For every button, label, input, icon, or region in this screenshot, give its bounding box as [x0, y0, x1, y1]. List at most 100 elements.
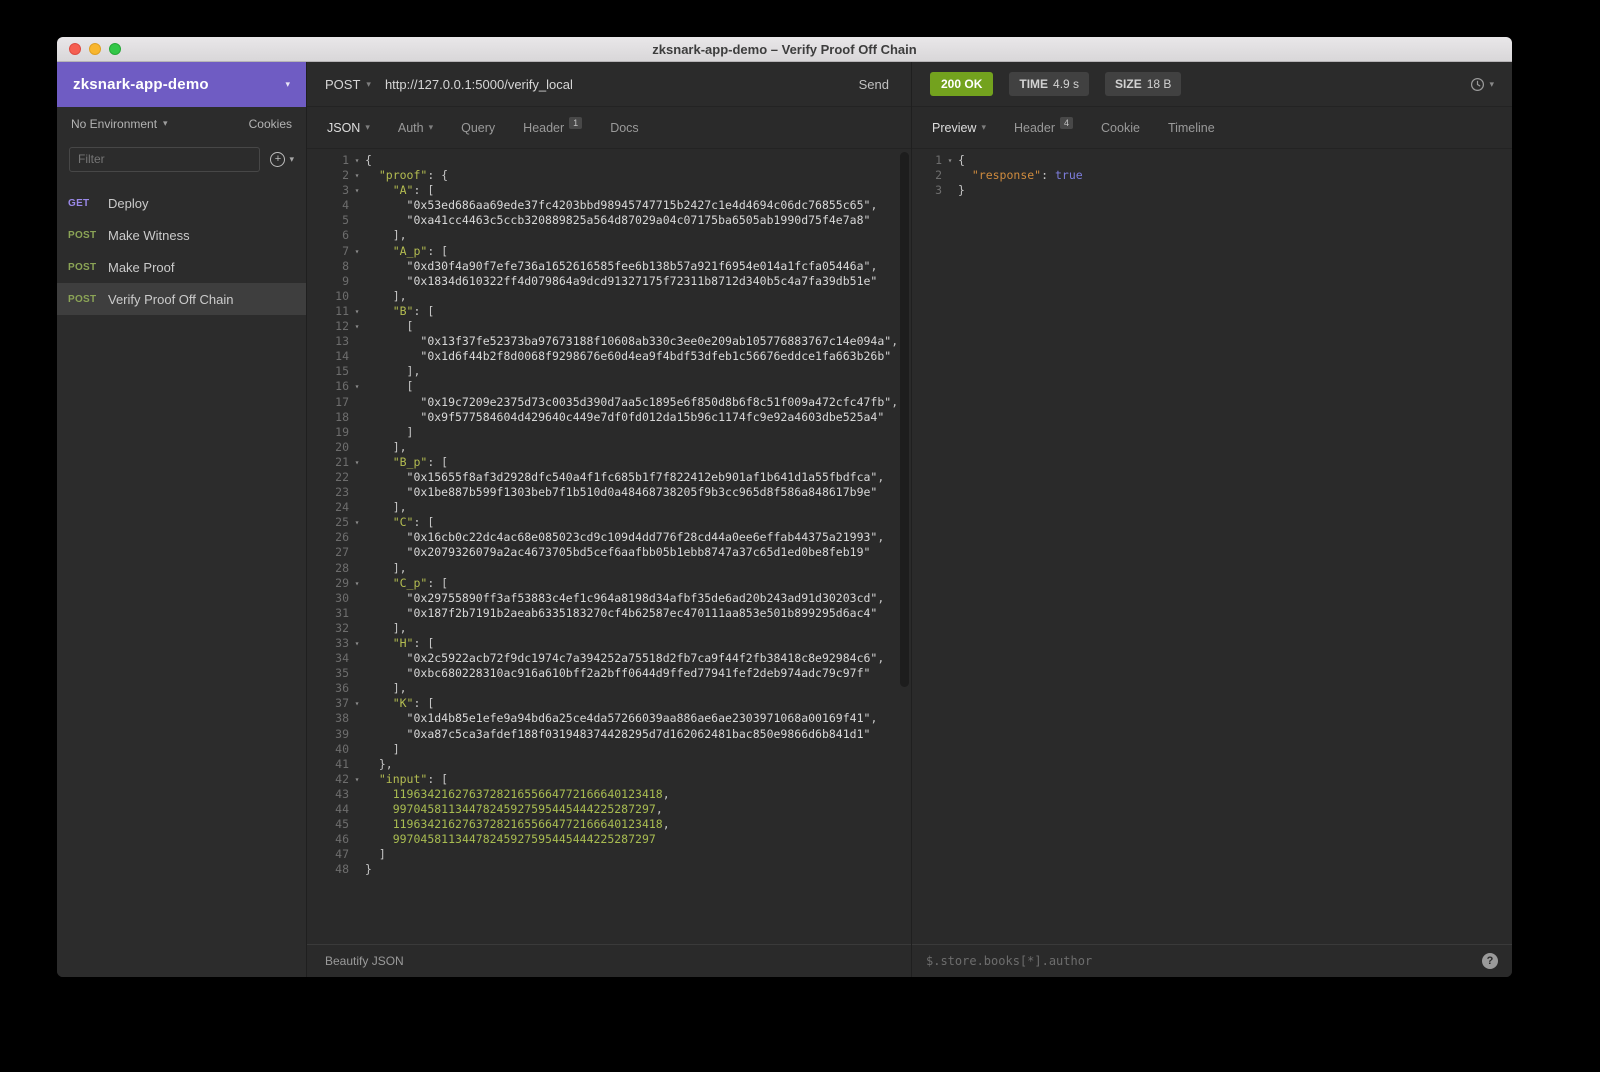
tab-header[interactable]: Header 1: [509, 107, 596, 148]
help-icon[interactable]: ?: [1482, 953, 1498, 969]
token-ws: [365, 485, 407, 499]
fold-arrow-icon[interactable]: ▾: [349, 319, 365, 334]
code-text: },: [365, 757, 393, 772]
token-ws: [365, 832, 393, 846]
fold-arrow-icon[interactable]: ▾: [349, 244, 365, 259]
environment-selector[interactable]: No Environment ▾: [71, 117, 249, 131]
token-p: {: [958, 153, 965, 167]
request-item-make-proof[interactable]: POST Make Proof: [57, 251, 306, 283]
scrollbar-thumb[interactable]: [900, 152, 909, 687]
method-badge: GET: [68, 197, 90, 209]
tab-timeline[interactable]: Timeline: [1154, 107, 1229, 148]
token-k: "K": [392, 696, 414, 711]
code-text: "0x2c5922acb72f9dc1974c7a394252a75518d2f…: [365, 651, 885, 666]
line-number: 16: [335, 379, 349, 394]
titlebar: zksnark-app-demo – Verify Proof Off Chai…: [57, 37, 1512, 62]
code-text: [: [365, 379, 414, 394]
code-text: "0x9f577584604d429640c449e7df0fd012da15b…: [365, 410, 884, 425]
fold-arrow-icon[interactable]: ▾: [349, 772, 365, 787]
line-number: 1: [342, 153, 349, 167]
fold-arrow-icon[interactable]: ▾: [349, 153, 365, 168]
line-number: 47: [335, 847, 349, 862]
fold-arrow-icon[interactable]: ▾: [349, 576, 365, 591]
fold-gutter: [349, 259, 365, 274]
code-text: "0x19c7209e2375d73c0035d390d7aa5c1895e6f…: [365, 395, 898, 410]
cookies-button[interactable]: Cookies: [249, 117, 292, 131]
plus-icon: +: [270, 151, 286, 167]
fold-arrow-icon[interactable]: ▾: [349, 515, 365, 530]
close-window-button[interactable]: [69, 43, 81, 55]
fold-gutter: [349, 561, 365, 576]
beautify-json-button[interactable]: Beautify JSON: [325, 954, 404, 968]
tab-query[interactable]: Query: [447, 107, 509, 148]
token-s: "0x187f2b7191b2aeab6335183270cf4b62587ec…: [406, 605, 878, 620]
fold-arrow-icon[interactable]: ▾: [349, 636, 365, 651]
code-line: 28 ],: [307, 561, 911, 576]
fold-arrow-icon[interactable]: ▾: [942, 153, 958, 168]
token-n: 99704581134478245927595445444225287297: [392, 802, 656, 817]
code-line: 17 "0x19c7209e2375d73c0035d390d7aa5c1895…: [307, 395, 911, 410]
token-ws: [365, 349, 420, 363]
request-item-deploy[interactable]: GET Deploy: [57, 187, 306, 219]
method-dropdown[interactable]: POST ▾: [325, 77, 371, 92]
line-number: 46: [335, 832, 349, 847]
token-s: "0x29755890ff3af53883c4ef1c964a8198d34af…: [406, 590, 878, 605]
token-p: ],: [392, 439, 407, 454]
code-line: 40 ]: [307, 742, 911, 757]
fold-gutter: [349, 364, 365, 379]
response-filter-input[interactable]: [926, 954, 1472, 968]
fold-arrow-icon[interactable]: ▾: [349, 696, 365, 711]
token-n: 119634216276372821655664772166640123418: [392, 786, 663, 801]
token-ws: [365, 787, 393, 801]
fold-gutter: [349, 395, 365, 410]
token-ws: [365, 591, 407, 605]
line-number: 35: [335, 666, 349, 681]
code-text: [: [365, 319, 414, 334]
line-number: 32: [335, 620, 349, 635]
token-p: ,: [891, 334, 899, 349]
code-line: 13 "0x13f37fe52373ba97673188f10608ab330c…: [307, 334, 911, 349]
fold-gutter: [349, 621, 365, 636]
token-n: 119634216276372821655664772166640123418: [392, 817, 663, 832]
response-meta-bar: 200 OK TIME 4.9 s SIZE 18 B ▾: [912, 62, 1512, 107]
code-text: ],: [365, 440, 407, 455]
create-request-dropdown[interactable]: + ▾: [270, 151, 294, 167]
fold-arrow-icon[interactable]: ▾: [349, 379, 365, 394]
response-panel: 200 OK TIME 4.9 s SIZE 18 B ▾ Preview ▾: [912, 62, 1512, 977]
line-number: 45: [335, 817, 349, 832]
token-p: ]: [392, 741, 400, 756]
response-body-viewer[interactable]: 1 ▾{2 "response": true 3}: [912, 149, 1512, 944]
minimize-window-button[interactable]: [89, 43, 101, 55]
workspace-dropdown[interactable]: zksnark-app-demo ▾: [57, 62, 306, 107]
tab-auth[interactable]: Auth ▾: [384, 107, 447, 148]
sidebar-filter-input[interactable]: [69, 146, 261, 172]
code-line: 26 "0x16cb0c22dc4ac68e085023cd9c109d4dd7…: [307, 530, 911, 545]
tab-body-json[interactable]: JSON ▾: [313, 107, 384, 148]
code-line: 4 "0x53ed686aa69ede37fc4203bbd9894574771…: [307, 198, 911, 213]
request-body-editor[interactable]: 1 ▾{2 ▾ "proof": {3 ▾ "A": [4 "0x53ed686aa6…: [307, 149, 911, 944]
send-button[interactable]: Send: [855, 71, 893, 98]
request-item-verify-proof-off-chain[interactable]: POST Verify Proof Off Chain: [57, 283, 306, 315]
tab-docs[interactable]: Docs: [596, 107, 652, 148]
tab-cookie[interactable]: Cookie: [1087, 107, 1154, 148]
tab-preview[interactable]: Preview ▾: [918, 107, 1000, 148]
fold-gutter: [349, 757, 365, 772]
fold-arrow-icon[interactable]: ▾: [349, 455, 365, 470]
fold-arrow-icon[interactable]: ▾: [349, 183, 365, 198]
token-ws: [958, 168, 972, 182]
response-history-dropdown[interactable]: ▾: [1470, 77, 1494, 92]
token-p: : [: [427, 243, 449, 258]
fold-gutter: [349, 440, 365, 455]
request-item-make-witness[interactable]: POST Make Witness: [57, 219, 306, 251]
fold-arrow-icon[interactable]: ▾: [349, 168, 365, 183]
code-line: 27 "0x2079326079a2ac4673705bd5cef6aafbb0…: [307, 545, 911, 560]
zoom-window-button[interactable]: [109, 43, 121, 55]
url-input[interactable]: http://127.0.0.1:5000/verify_local: [385, 77, 855, 92]
line-number: 22: [335, 469, 349, 484]
main-content: zksnark-app-demo ▾ No Environment ▾ Cook…: [57, 62, 1512, 977]
chevron-down-icon: ▾: [428, 122, 434, 132]
token-s: "0x9f577584604d429640c449e7df0fd012da15b…: [420, 409, 885, 424]
fold-arrow-icon[interactable]: ▾: [349, 304, 365, 319]
tab-response-header[interactable]: Header 4: [1000, 107, 1087, 148]
line-number: 27: [335, 545, 349, 560]
